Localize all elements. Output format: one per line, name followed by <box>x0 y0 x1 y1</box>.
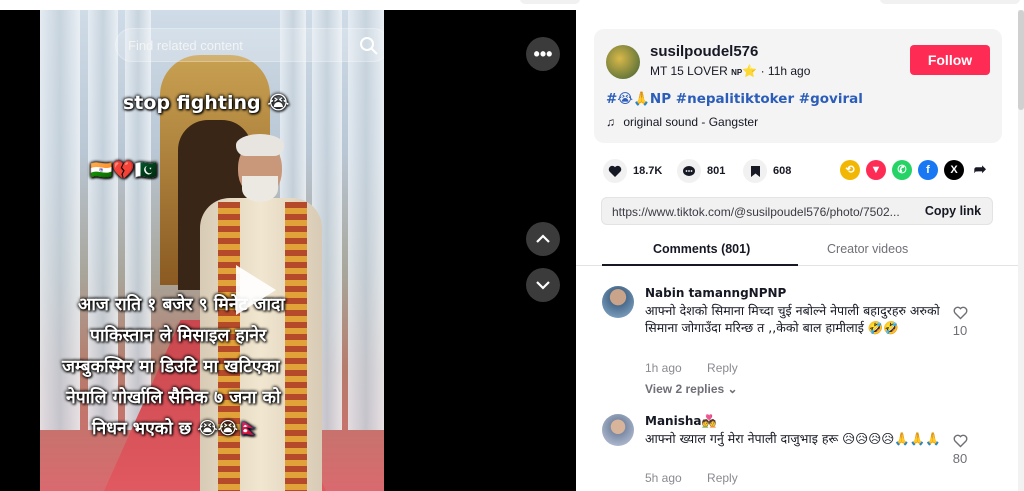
x-icon[interactable]: X <box>944 160 964 180</box>
heart-outline-icon <box>953 434 967 448</box>
follow-button[interactable]: Follow <box>910 45 990 75</box>
bookmark-icon <box>743 159 767 183</box>
commenter-name[interactable]: Nabin tamanngNPNP <box>645 286 786 300</box>
person-hair <box>236 134 284 156</box>
star-icon: ⭐ <box>742 64 758 78</box>
tab-comments[interactable]: Comments (801) <box>653 242 750 256</box>
like-button[interactable]: 18.7K <box>603 158 662 184</box>
caption-title: stop fighting 😭 <box>123 92 290 114</box>
background-pillar <box>348 10 384 430</box>
reply-button[interactable]: Reply <box>707 361 738 375</box>
author-username[interactable]: susilpoudel576 <box>650 43 758 60</box>
comment-time: 1h ago <box>645 361 682 375</box>
scrollbar-thumb[interactable] <box>1018 10 1024 110</box>
sound-link[interactable]: ♫ original sound - Gangster <box>606 115 758 129</box>
play-icon[interactable] <box>236 265 276 315</box>
heart-icon <box>603 159 627 183</box>
music-note-icon: ♫ <box>606 115 615 129</box>
whatsapp-icon[interactable]: ✆ <box>892 160 912 180</box>
comment-time: 5h ago <box>645 471 682 485</box>
share-url: https://www.tiktok.com/@susilpoudel576/p… <box>612 205 900 219</box>
previous-button[interactable] <box>526 222 560 256</box>
caption-line: पाकिस्तान ले मिसाइल हानेर <box>90 326 267 346</box>
action-bar: 18.7K 801 608 ⟲ ▼ ✆ f X ➦ <box>603 158 1003 184</box>
comment-like-count: 10 <box>952 323 968 338</box>
caption-flags: 🇮🇳💔🇵🇰 <box>90 160 158 181</box>
comment-item: Nabin tamanngNPNP आफ्नो देशको सिमाना मिच… <box>602 286 1012 406</box>
comment-like-button[interactable]: 80 <box>947 434 973 466</box>
commenter-avatar[interactable] <box>602 286 634 318</box>
save-button[interactable]: 608 <box>743 158 791 184</box>
comment-item: Manisha💑 आफ्नो ख्याल गर्नु मेरा नेपाली द… <box>602 414 1012 491</box>
search-icon[interactable] <box>359 36 379 56</box>
tiktok-photo-page: Find related content stop fighting 😭 🇮🇳💔… <box>0 0 1024 491</box>
caption-line: निधन भएको छ 😭😭🇳🇵 <box>92 419 260 439</box>
tab-creator-videos[interactable]: Creator videos <box>827 242 908 256</box>
like-count: 18.7K <box>633 165 663 177</box>
video-player[interactable]: Find related content stop fighting 😭 🇮🇳💔… <box>0 10 576 491</box>
author-subline: MT 15 LOVER NP⭐ · 11h ago <box>650 64 810 78</box>
comment-button[interactable]: 801 <box>677 158 725 184</box>
copy-link-button[interactable]: Copy link <box>914 198 992 224</box>
top-tab[interactable] <box>880 0 1020 4</box>
comment-like-count: 80 <box>952 451 968 466</box>
heart-outline-icon <box>953 306 967 320</box>
separator: · <box>760 64 765 78</box>
reply-button[interactable]: Reply <box>707 471 738 485</box>
top-bar <box>0 0 1024 8</box>
commenter-name[interactable]: Manisha💑 <box>645 414 716 428</box>
save-count: 608 <box>773 165 792 177</box>
more-options-button[interactable]: ••• <box>526 37 560 71</box>
caption-line: नेपालि गोर्खालि सैनिक ७ जना को <box>66 388 281 408</box>
scrollbar[interactable] <box>1018 10 1024 491</box>
details-panel: susilpoudel576 MT 15 LOVER NP⭐ · 11h ago… <box>576 10 1024 491</box>
comment-text: आफ्नो ख्याल गर्नु मेरा नेपाली दाजुभाइ हर… <box>645 431 941 446</box>
search-input[interactable]: Find related content <box>115 28 384 62</box>
search-placeholder: Find related content <box>128 38 243 53</box>
active-tab-indicator <box>602 264 798 266</box>
next-button[interactable] <box>526 268 560 302</box>
chevron-down-icon <box>536 281 550 290</box>
post-time: 11h ago <box>767 64 811 78</box>
author-avatar[interactable] <box>606 45 640 79</box>
panel-tabs: Comments (801) Creator videos <box>576 238 1018 266</box>
facebook-icon[interactable]: f <box>918 160 938 180</box>
photo-frame: Find related content stop fighting 😭 🇮🇳💔… <box>40 10 384 491</box>
send-icon[interactable]: ▼ <box>866 160 886 180</box>
author-badge: NP <box>731 68 743 77</box>
comment-like-button[interactable]: 10 <box>947 306 973 338</box>
caption-line: जम्बुकस्मिर मा डिउटि मा खटिएका <box>62 357 280 377</box>
share-link-box[interactable]: https://www.tiktok.com/@susilpoudel576/p… <box>601 197 993 225</box>
shawl-stripe <box>285 202 307 491</box>
person-beard <box>242 176 278 202</box>
share-arrow-icon[interactable]: ➦ <box>970 160 990 180</box>
hashtags[interactable]: #😭🙏NP #nepalitiktoker #goviral <box>606 91 863 107</box>
sound-label: original sound - Gangster <box>623 115 759 129</box>
comment-meta: 5h ago Reply <box>645 471 738 485</box>
repost-icon[interactable]: ⟲ <box>840 160 860 180</box>
comment-icon <box>677 159 701 183</box>
comment-count: 801 <box>707 165 726 177</box>
comment-text: आफ्नो देशको सिमाना मिच्दा चुई नबोल्ने ने… <box>645 303 940 335</box>
chevron-up-icon <box>536 234 550 243</box>
author-nickname: MT 15 LOVER <box>650 64 728 78</box>
top-tab[interactable] <box>520 0 580 4</box>
view-replies-button[interactable]: View 2 replies ⌄ <box>645 382 738 396</box>
comment-meta: 1h ago Reply <box>645 361 738 375</box>
commenter-avatar[interactable] <box>602 414 634 446</box>
author-card: susilpoudel576 MT 15 LOVER NP⭐ · 11h ago… <box>594 29 1002 143</box>
